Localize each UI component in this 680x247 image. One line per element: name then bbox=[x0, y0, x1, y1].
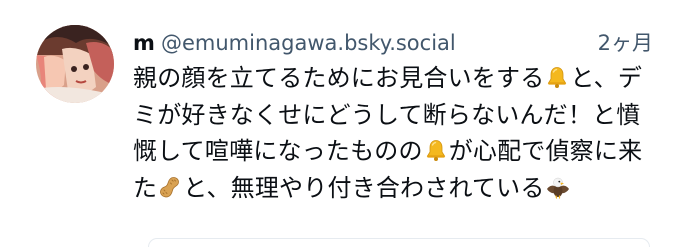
post-text: 親の顔を立てるためにお見合いをする と、デミが好きなくせにどうして断らないんだ！… bbox=[133, 60, 647, 206]
author-display-name[interactable]: m bbox=[133, 28, 155, 58]
post-timestamp[interactable]: 2ヶ月 bbox=[598, 28, 653, 58]
bell-icon bbox=[424, 138, 448, 162]
avatar[interactable] bbox=[36, 25, 114, 103]
eagle-icon bbox=[546, 175, 570, 199]
bell-icon bbox=[545, 65, 569, 89]
post-text-segment: 親の顔を立てるためにお見合いをする bbox=[133, 64, 545, 92]
author-handle[interactable]: @emuminagawa.bsky.social bbox=[161, 28, 456, 58]
avatar-image bbox=[36, 25, 114, 103]
post-text-segment: と、無理やり付き合わされている bbox=[183, 173, 545, 202]
post-header: m @emuminagawa.bsky.social 2ヶ月 bbox=[133, 28, 653, 62]
post-card[interactable]: m @emuminagawa.bsky.social 2ヶ月 親の顔を立てるため… bbox=[0, 0, 680, 247]
peanut-icon bbox=[158, 175, 182, 199]
